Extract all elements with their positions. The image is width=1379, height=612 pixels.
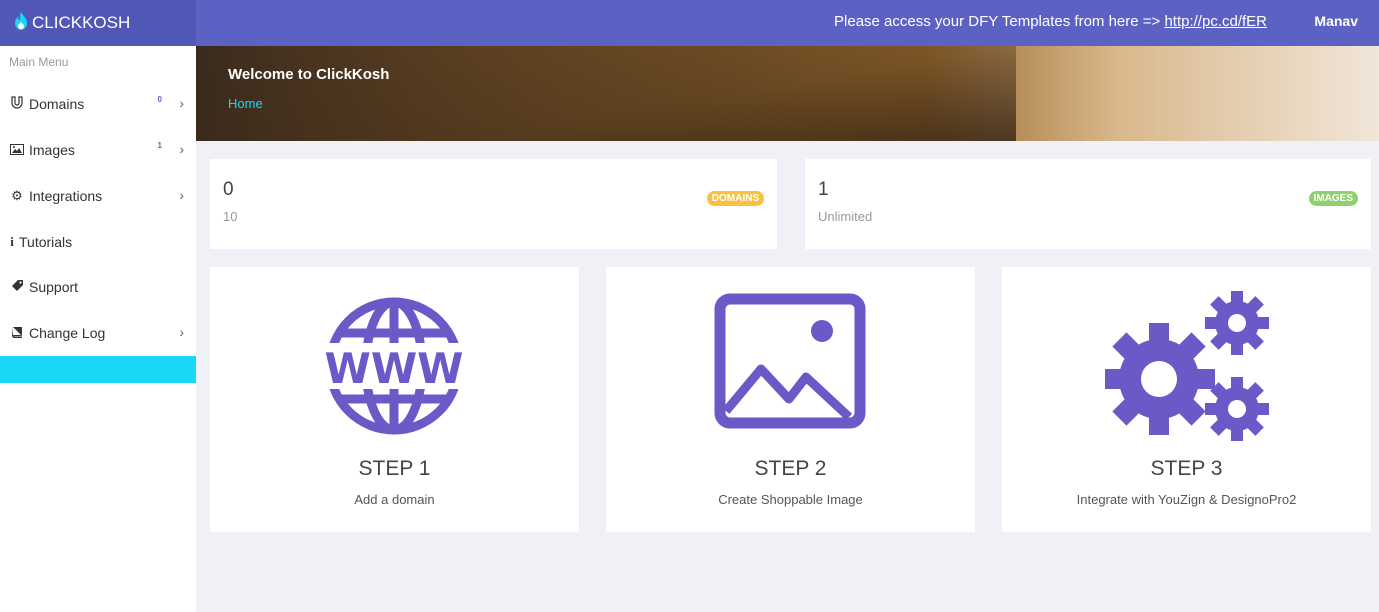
- stat-value: 0: [223, 179, 234, 200]
- dfy-notice: Please access your DFY Templates from he…: [834, 13, 1267, 30]
- breadcrumb-home[interactable]: Home: [228, 96, 263, 111]
- www-globe-icon: WWW: [321, 297, 467, 435]
- sidebar-item-support[interactable]: Support: [0, 272, 196, 302]
- step-1-card[interactable]: WWW STEP 1 Add a domain: [210, 267, 579, 532]
- sidebar-item-label: Support: [29, 279, 79, 295]
- tag-icon: [9, 279, 25, 295]
- count-badge: 0: [157, 95, 162, 104]
- stat-value: 1: [818, 179, 829, 200]
- step-description: Add a domain: [354, 492, 435, 507]
- stat-limit: Unlimited: [818, 209, 873, 224]
- sidebar-item-integrations[interactable]: ⚙ Integrations ›: [0, 181, 196, 211]
- step-title: STEP 3: [1150, 457, 1223, 480]
- svg-text:WWW: WWW: [325, 344, 464, 393]
- flame-icon: [14, 11, 28, 35]
- images-stat-card: 1 Unlimited IMAGES: [805, 159, 1371, 249]
- stat-limit: 10: [223, 209, 238, 224]
- chevron-right-icon: ›: [179, 187, 184, 203]
- step-2-card[interactable]: STEP 2 Create Shoppable Image: [606, 267, 975, 532]
- notice-text: Please access your DFY Templates from he…: [834, 13, 1165, 30]
- info-icon: i: [10, 234, 14, 249]
- menu-heading: Main Menu: [9, 55, 69, 69]
- step-title: STEP 2: [754, 457, 827, 480]
- hero-banner: Welcome to ClickKosh Home: [196, 46, 1379, 141]
- step-title: STEP 1: [358, 457, 431, 480]
- magnet-icon: [9, 96, 25, 112]
- count-badge: 1: [157, 141, 162, 150]
- user-menu[interactable]: Manav: [1314, 13, 1358, 29]
- picture-icon: [714, 293, 866, 429]
- sidebar-item-domains[interactable]: Domains 0 ›: [0, 89, 196, 119]
- top-bar: CLICKKOSH Please access your DFY Templat…: [0, 0, 1379, 46]
- dfy-templates-link[interactable]: http://pc.cd/fER: [1164, 13, 1267, 30]
- sidebar-item-images[interactable]: Images 1 ›: [0, 135, 196, 165]
- sidebar: Main Menu Domains 0 › Images 1 › ⚙ Integ…: [0, 46, 196, 612]
- chevron-right-icon: ›: [179, 324, 184, 340]
- step-3-card[interactable]: STEP 3 Integrate with YouZign & DesignoP…: [1002, 267, 1371, 532]
- chevron-right-icon: ›: [179, 95, 184, 111]
- sidebar-item-tutorials[interactable]: i Tutorials: [0, 227, 196, 257]
- brand-logo[interactable]: CLICKKOSH: [0, 0, 196, 46]
- sidebar-item-label: Tutorials: [19, 234, 73, 250]
- sidebar-item-change-log[interactable]: Change Log ›: [0, 318, 196, 348]
- brand-name: CLICKKOSH: [32, 13, 131, 32]
- book-icon: [9, 326, 25, 341]
- image-icon: [9, 143, 25, 158]
- sidebar-active-item[interactable]: [0, 356, 196, 383]
- hero-background: [196, 46, 1016, 141]
- sidebar-item-label: Change Log: [29, 325, 106, 341]
- images-badge: IMAGES: [1308, 191, 1358, 206]
- step-description: Integrate with YouZign & DesignoPro2: [1076, 492, 1297, 507]
- gears-icon: [1105, 291, 1269, 441]
- domains-badge: DOMAINS: [706, 191, 764, 206]
- domains-stat-card: 0 10 DOMAINS: [210, 159, 777, 249]
- cogs-icon: ⚙: [11, 188, 23, 203]
- sidebar-item-label: Images: [29, 142, 75, 158]
- sidebar-item-label: Integrations: [29, 188, 103, 204]
- sidebar-item-label: Domains: [29, 96, 85, 112]
- page-title: Welcome to ClickKosh: [228, 66, 390, 83]
- chevron-right-icon: ›: [179, 141, 184, 157]
- step-description: Create Shoppable Image: [718, 492, 863, 507]
